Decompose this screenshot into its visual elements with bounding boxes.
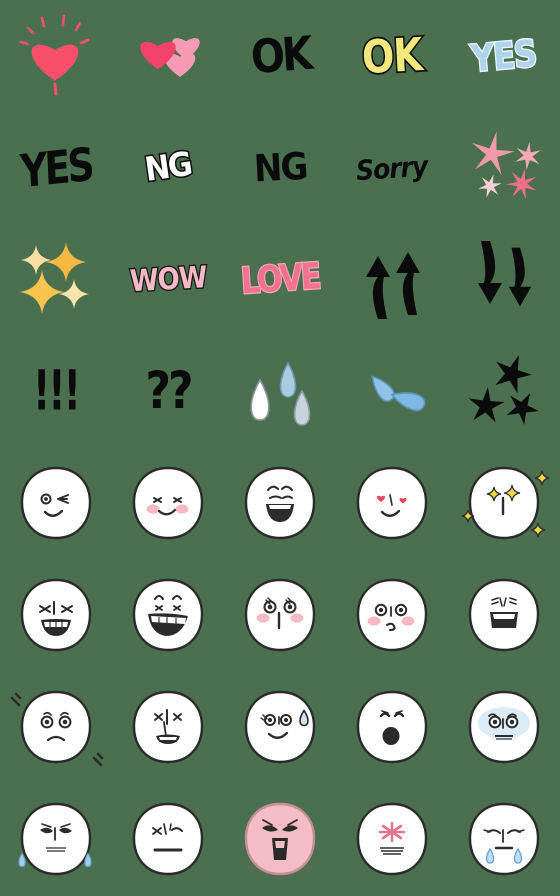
sticker-face-surprised-blush[interactable]	[224, 560, 336, 672]
sticker-face-kiss-blush[interactable]	[336, 560, 448, 672]
sweat-droplets-glyph	[230, 342, 330, 442]
sticker-face-shaking-worried[interactable]	[0, 672, 112, 784]
sticker-face-cold-sweat[interactable]	[0, 784, 112, 896]
sticker-sweat-droplets[interactable]	[224, 336, 336, 448]
face-angry-pink-glyph	[230, 790, 330, 890]
ok-black-text-text: OK	[248, 27, 312, 85]
double-down-arrows-glyph	[454, 230, 554, 330]
sticker-yes-blue-text[interactable]: YES	[448, 0, 560, 112]
sticker-face-big-grin[interactable]	[112, 560, 224, 672]
wow-text-text: WOW	[128, 259, 209, 300]
sticker-face-troubled[interactable]	[112, 784, 224, 896]
sticker-sparkling-heart[interactable]	[0, 0, 112, 112]
question-marks-text: ??	[145, 362, 193, 421]
sticker-ng-black-text[interactable]: NG	[224, 112, 336, 224]
face-crying-glyph	[454, 790, 554, 890]
face-sparkling-glyph	[454, 454, 554, 554]
love-text-text: LOVE	[238, 255, 321, 305]
face-troubled-glyph	[118, 790, 218, 890]
face-blue-shock-glyph	[454, 678, 554, 778]
sticker-two-hearts[interactable]	[112, 0, 224, 112]
sticker-splash-droplets[interactable]	[336, 336, 448, 448]
sticker-black-blossoms[interactable]	[448, 336, 560, 448]
sticker-face-open-laugh[interactable]	[224, 448, 336, 560]
sticker-ok-black-text[interactable]: OK	[224, 0, 336, 112]
face-sweat-smile-glyph	[230, 678, 330, 778]
sticker-gold-sparkles[interactable]	[0, 224, 112, 336]
sticker-face-anger-vein[interactable]	[336, 784, 448, 896]
sticker-double-down-arrows[interactable]	[448, 224, 560, 336]
sticker-pink-flowers[interactable]	[448, 112, 560, 224]
pink-flowers-glyph	[454, 118, 554, 218]
exclamation-marks-text: !!!	[32, 359, 81, 424]
sticker-grid: OK OK YES YES NG NG Sorry WOW LOVE!!!??	[0, 0, 560, 896]
face-surprised-blush-glyph	[230, 566, 330, 666]
black-blossoms-glyph	[454, 342, 554, 442]
sticker-wow-text[interactable]: WOW	[112, 224, 224, 336]
sticker-face-sweat-smile[interactable]	[224, 672, 336, 784]
face-open-laugh-glyph	[230, 454, 330, 554]
sticker-yes-black-text[interactable]: YES	[0, 112, 112, 224]
sticker-double-up-arrows[interactable]	[336, 224, 448, 336]
face-shaking-worried-glyph	[6, 678, 106, 778]
face-big-grin-glyph	[118, 566, 218, 666]
sticker-face-sad-tears[interactable]	[112, 672, 224, 784]
face-angry-grin-glyph	[6, 566, 106, 666]
sticker-sorry-text[interactable]: Sorry	[336, 112, 448, 224]
face-sad-tears-glyph	[118, 678, 218, 778]
ok-yellow-text-text: OK	[359, 26, 425, 85]
sticker-face-angry-pink[interactable]	[224, 784, 336, 896]
sticker-face-crying[interactable]	[448, 784, 560, 896]
sticker-face-heart-eyes[interactable]	[336, 448, 448, 560]
yes-black-text-text: YES	[19, 137, 93, 199]
sorry-text-text: Sorry	[355, 149, 429, 187]
double-up-arrows-glyph	[342, 230, 442, 330]
sticker-ng-white-text[interactable]: NG	[112, 112, 224, 224]
face-anger-vein-glyph	[342, 790, 442, 890]
sticker-face-sparkling[interactable]	[448, 448, 560, 560]
sparkling-heart-glyph	[6, 6, 106, 106]
face-flat-mouth-glyph	[454, 566, 554, 666]
sticker-face-blush-smile[interactable]	[112, 448, 224, 560]
sticker-question-marks[interactable]: ??	[112, 336, 224, 448]
sticker-face-flat-mouth[interactable]	[448, 560, 560, 672]
gold-sparkles-glyph	[6, 230, 106, 330]
sticker-exclamation-marks[interactable]: !!!	[0, 336, 112, 448]
yes-blue-text-text: YES	[468, 30, 539, 82]
sticker-face-shocked-o[interactable]	[336, 672, 448, 784]
face-wink-glyph	[6, 454, 106, 554]
ng-black-text-text: NG	[252, 144, 308, 192]
face-cold-sweat-glyph	[6, 790, 106, 890]
face-kiss-blush-glyph	[342, 566, 442, 666]
sticker-face-wink[interactable]	[0, 448, 112, 560]
sticker-face-angry-grin[interactable]	[0, 560, 112, 672]
sticker-ok-yellow-text[interactable]: OK	[336, 0, 448, 112]
ng-white-text-text: NG	[141, 144, 195, 192]
sticker-face-blue-shock[interactable]	[448, 672, 560, 784]
splash-droplets-glyph	[342, 342, 442, 442]
face-shocked-o-glyph	[342, 678, 442, 778]
face-blush-smile-glyph	[118, 454, 218, 554]
two-hearts-glyph	[118, 6, 218, 106]
sticker-love-text[interactable]: LOVE	[224, 224, 336, 336]
face-heart-eyes-glyph	[342, 454, 442, 554]
